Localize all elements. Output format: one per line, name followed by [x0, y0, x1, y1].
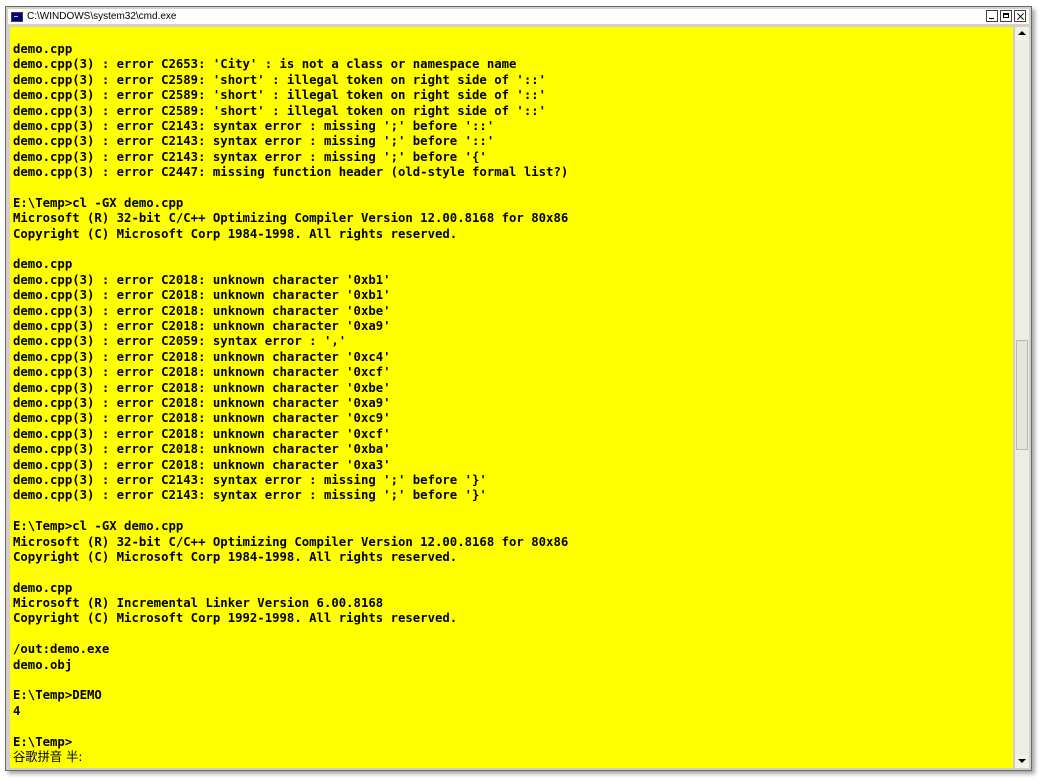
console-line: demo.cpp(3) : error C2018: unknown chara…	[13, 349, 391, 364]
console-line: demo.cpp(3) : error C2018: unknown chara…	[13, 426, 391, 441]
console-line: Copyright (C) Microsoft Corp 1984-1998. …	[13, 549, 458, 564]
console-line: demo.cpp(3) : error C2143: syntax error …	[13, 149, 487, 164]
console-line: demo.cpp(3) : error C2589: 'short' : ill…	[13, 88, 547, 103]
console-line: demo.cpp(3) : error C2018: unknown chara…	[13, 395, 391, 410]
console-line: demo.cpp(3) : error C2018: unknown chara…	[13, 442, 391, 457]
console-line: 4	[13, 703, 21, 718]
console-line: demo.cpp(3) : error C2018: unknown chara…	[13, 288, 391, 303]
title-bar[interactable]: C:\WINDOWS\system32\cmd.exe	[8, 9, 1029, 24]
scroll-thumb[interactable]	[1016, 340, 1028, 450]
console-line: demo.cpp(3) : error C2018: unknown chara…	[13, 380, 391, 395]
console-line: Microsoft (R) 32-bit C/C++ Optimizing Co…	[13, 534, 569, 549]
console-line: E:\Temp>cl -GX demo.cpp	[13, 195, 184, 210]
console-line: demo.cpp	[13, 580, 73, 595]
console-line: demo.cpp(3) : error C2143: syntax error …	[13, 134, 495, 149]
vertical-scrollbar[interactable]	[1014, 27, 1029, 768]
close-button[interactable]	[1014, 10, 1026, 22]
console-line: demo.cpp(3) : error C2589: 'short' : ill…	[13, 103, 547, 118]
console-line: demo.cpp(3) : error C2143: syntax error …	[13, 488, 487, 503]
console-line: demo.cpp(3) : error C2018: unknown chara…	[13, 457, 391, 472]
console-line: E:\Temp>cl -GX demo.cpp	[13, 519, 184, 534]
console-line: demo.obj	[13, 657, 73, 672]
console-line: demo.cpp(3) : error C2018: unknown chara…	[13, 303, 391, 318]
window-controls	[986, 10, 1026, 22]
console-line: demo.cpp(3) : error C2143: syntax error …	[13, 118, 495, 133]
maximize-button[interactable]	[1000, 10, 1012, 22]
console-line: Copyright (C) Microsoft Corp 1984-1998. …	[13, 226, 458, 241]
console-line: demo.cpp(3) : error C2653: 'City' : is n…	[13, 57, 517, 72]
console-line: demo.cpp	[13, 257, 73, 272]
console-line: demo.cpp(3) : error C2018: unknown chara…	[13, 365, 391, 380]
console-line: demo.cpp(3) : error C2589: 'short' : ill…	[13, 72, 547, 87]
scroll-up-icon[interactable]	[1015, 27, 1029, 40]
console-line: E:\Temp>	[13, 734, 73, 749]
ime-status-line: 谷歌拼音 半:	[13, 749, 83, 764]
scroll-down-icon[interactable]	[1015, 755, 1029, 768]
console-line: demo.cpp(3) : error C2447: missing funct…	[13, 165, 569, 180]
console-line: demo.cpp(3) : error C2143: syntax error …	[13, 472, 487, 487]
console-line: demo.cpp(3) : error C2059: syntax error …	[13, 334, 347, 349]
console-lines: demo.cpp demo.cpp(3) : error C2653: 'City…	[10, 27, 1013, 765]
console-line: demo.cpp(3) : error C2018: unknown chara…	[13, 272, 391, 287]
console-line: Microsoft (R) 32-bit C/C++ Optimizing Co…	[13, 211, 569, 226]
console-line: /out:demo.exe	[13, 642, 110, 657]
cmd-window: C:\WINDOWS\system32\cmd.exe demo.cpp demo…	[5, 6, 1032, 771]
console-line: E:\Temp>DEMO	[13, 688, 102, 703]
minimize-button[interactable]	[986, 10, 998, 22]
console-line: Microsoft (R) Incremental Linker Version…	[13, 596, 384, 611]
console-output[interactable]: demo.cpp demo.cpp(3) : error C2653: 'City…	[10, 27, 1013, 768]
console-line: demo.cpp(3) : error C2018: unknown chara…	[13, 411, 391, 426]
window-title: C:\WINDOWS\system32\cmd.exe	[27, 11, 177, 22]
console-line: demo.cpp(3) : error C2018: unknown chara…	[13, 319, 391, 334]
console-line: Copyright (C) Microsoft Corp 1992-1998. …	[13, 611, 458, 626]
console-line: demo.cpp	[13, 42, 73, 56]
console-icon[interactable]	[11, 11, 23, 22]
